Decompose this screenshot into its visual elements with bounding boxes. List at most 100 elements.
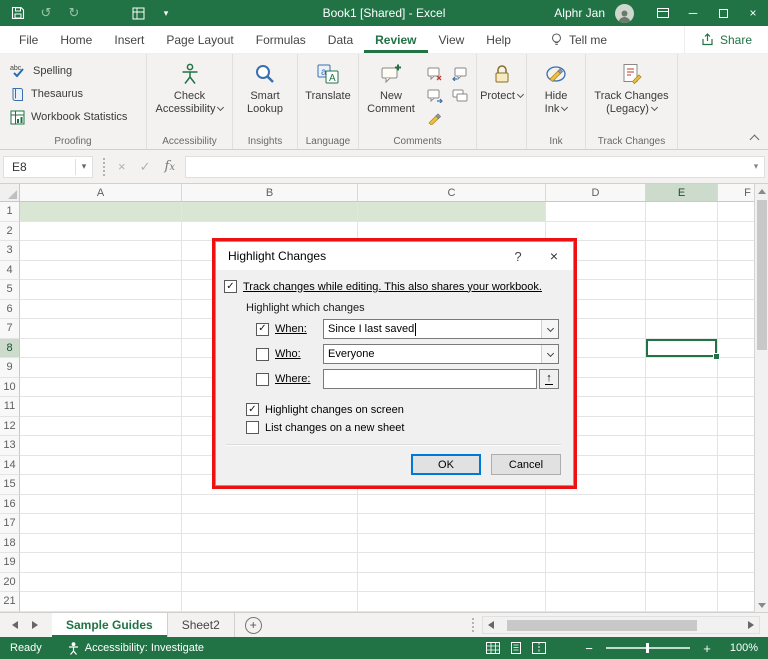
cell-A5[interactable]: [20, 280, 182, 300]
zoom-slider[interactable]: [606, 643, 690, 653]
expand-formula-bar-icon[interactable]: ▾: [748, 161, 764, 172]
highlight-on-screen-checkbox[interactable]: [246, 403, 259, 416]
cell-B1[interactable]: [182, 202, 358, 222]
cell-E13[interactable]: [646, 436, 718, 456]
cell-E1[interactable]: [646, 202, 718, 222]
ribbon-tab-help[interactable]: Help: [475, 26, 522, 53]
row-header-20[interactable]: 20: [0, 572, 20, 592]
row-header-6[interactable]: 6: [0, 299, 20, 319]
cell-E2[interactable]: [646, 221, 718, 241]
track-changes-legacy-button[interactable]: Track Changes (Legacy): [588, 57, 675, 133]
cell-A16[interactable]: [20, 494, 182, 514]
cell-D19[interactable]: [546, 553, 646, 573]
cell-E16[interactable]: [646, 494, 718, 514]
row-header-21[interactable]: 21: [0, 592, 20, 612]
who-checkbox[interactable]: [256, 347, 269, 361]
row-header-17[interactable]: 17: [0, 514, 20, 534]
cell-E9[interactable]: [646, 358, 718, 378]
when-dropdown-icon[interactable]: [541, 320, 558, 338]
row-header-12[interactable]: 12: [0, 416, 20, 436]
row-header-15[interactable]: 15: [0, 475, 20, 495]
cell-D18[interactable]: [546, 533, 646, 553]
cell-C18[interactable]: [358, 533, 546, 553]
dialog-help-button[interactable]: ?: [501, 249, 535, 264]
column-header-B[interactable]: B: [182, 184, 358, 201]
tell-me-box[interactable]: Tell me: [550, 26, 607, 53]
cell-C21[interactable]: [358, 592, 546, 612]
cell-E12[interactable]: [646, 416, 718, 436]
cell-E5[interactable]: [646, 280, 718, 300]
row-header-16[interactable]: 16: [0, 494, 20, 514]
previous-sheet-icon[interactable]: [12, 621, 18, 629]
cell-B21[interactable]: [182, 592, 358, 612]
cell-C1[interactable]: [358, 202, 546, 222]
cell-D21[interactable]: [546, 592, 646, 612]
scroll-down-icon[interactable]: [755, 598, 768, 612]
cell-E17[interactable]: [646, 514, 718, 534]
next-sheet-icon[interactable]: [32, 621, 38, 629]
when-combo[interactable]: Since I last saved: [323, 319, 559, 339]
cell-A9[interactable]: [20, 358, 182, 378]
vertical-scrollbar[interactable]: [754, 184, 768, 612]
cell-D16[interactable]: [546, 494, 646, 514]
cell-C19[interactable]: [358, 553, 546, 573]
horizontal-scroll-thumb[interactable]: [507, 619, 697, 631]
signed-in-user[interactable]: Alphr Jan: [554, 6, 605, 20]
cell-A7[interactable]: [20, 319, 182, 339]
tab-scroll-splitter[interactable]: [472, 618, 476, 632]
ribbon-tab-review[interactable]: Review: [364, 26, 427, 53]
row-header-2[interactable]: 2: [0, 221, 20, 241]
cell-A13[interactable]: [20, 436, 182, 456]
column-header-E[interactable]: E: [646, 184, 718, 201]
cell-C17[interactable]: [358, 514, 546, 534]
undo-icon[interactable]: ↺: [38, 5, 54, 21]
cell-E15[interactable]: [646, 475, 718, 495]
cell-B18[interactable]: [182, 533, 358, 553]
thesaurus-button[interactable]: Thesaurus: [10, 84, 127, 104]
workbook-statistics-button[interactable]: Workbook Statistics: [10, 107, 127, 127]
cell-D20[interactable]: [546, 572, 646, 592]
redo-icon[interactable]: ↻: [66, 5, 82, 21]
cell-E21[interactable]: [646, 592, 718, 612]
cancel-button[interactable]: Cancel: [491, 454, 561, 475]
cell-C16[interactable]: [358, 494, 546, 514]
cell-A12[interactable]: [20, 416, 182, 436]
hide-ink-button[interactable]: Hide Ink: [529, 57, 583, 133]
sheet-tab-sample-guides[interactable]: Sample Guides: [52, 613, 168, 637]
ok-button[interactable]: OK: [411, 454, 481, 475]
cell-A10[interactable]: [20, 377, 182, 397]
dialog-title-bar[interactable]: Highlight Changes ? ×: [216, 242, 573, 270]
cell-A14[interactable]: [20, 455, 182, 475]
show-comments-button[interactable]: [448, 85, 472, 106]
ribbon-tab-data[interactable]: Data: [317, 26, 364, 53]
formula-input[interactable]: ▾: [184, 155, 765, 178]
cell-E4[interactable]: [646, 260, 718, 280]
cell-A6[interactable]: [20, 299, 182, 319]
cell-D1[interactable]: [546, 202, 646, 222]
cell-A1[interactable]: [20, 202, 182, 222]
ribbon-tab-formulas[interactable]: Formulas: [245, 26, 317, 53]
row-header-18[interactable]: 18: [0, 533, 20, 553]
zoom-out-button[interactable]: −: [582, 641, 596, 656]
cell-A21[interactable]: [20, 592, 182, 612]
protect-button[interactable]: Protect: [479, 57, 524, 133]
page-break-preview-icon[interactable]: [532, 642, 546, 654]
row-header-8[interactable]: 8: [0, 338, 20, 358]
select-all-corner[interactable]: [0, 184, 20, 201]
ribbon-tab-view[interactable]: View: [428, 26, 476, 53]
next-comment-button[interactable]: [423, 85, 447, 106]
user-avatar[interactable]: [615, 3, 634, 23]
close-button[interactable]: ×: [738, 0, 768, 26]
row-header-13[interactable]: 13: [0, 436, 20, 456]
column-header-D[interactable]: D: [546, 184, 646, 201]
name-box-chevron-icon[interactable]: ▾: [76, 161, 92, 172]
row-header-7[interactable]: 7: [0, 319, 20, 339]
row-header-19[interactable]: 19: [0, 553, 20, 573]
cell-A11[interactable]: [20, 397, 182, 417]
check-accessibility-button[interactable]: Check Accessibility: [150, 57, 230, 133]
row-header-11[interactable]: 11: [0, 397, 20, 417]
normal-view-icon[interactable]: [486, 642, 500, 654]
touch-mouse-mode-icon[interactable]: [130, 5, 146, 21]
cell-A4[interactable]: [20, 260, 182, 280]
cell-A17[interactable]: [20, 514, 182, 534]
